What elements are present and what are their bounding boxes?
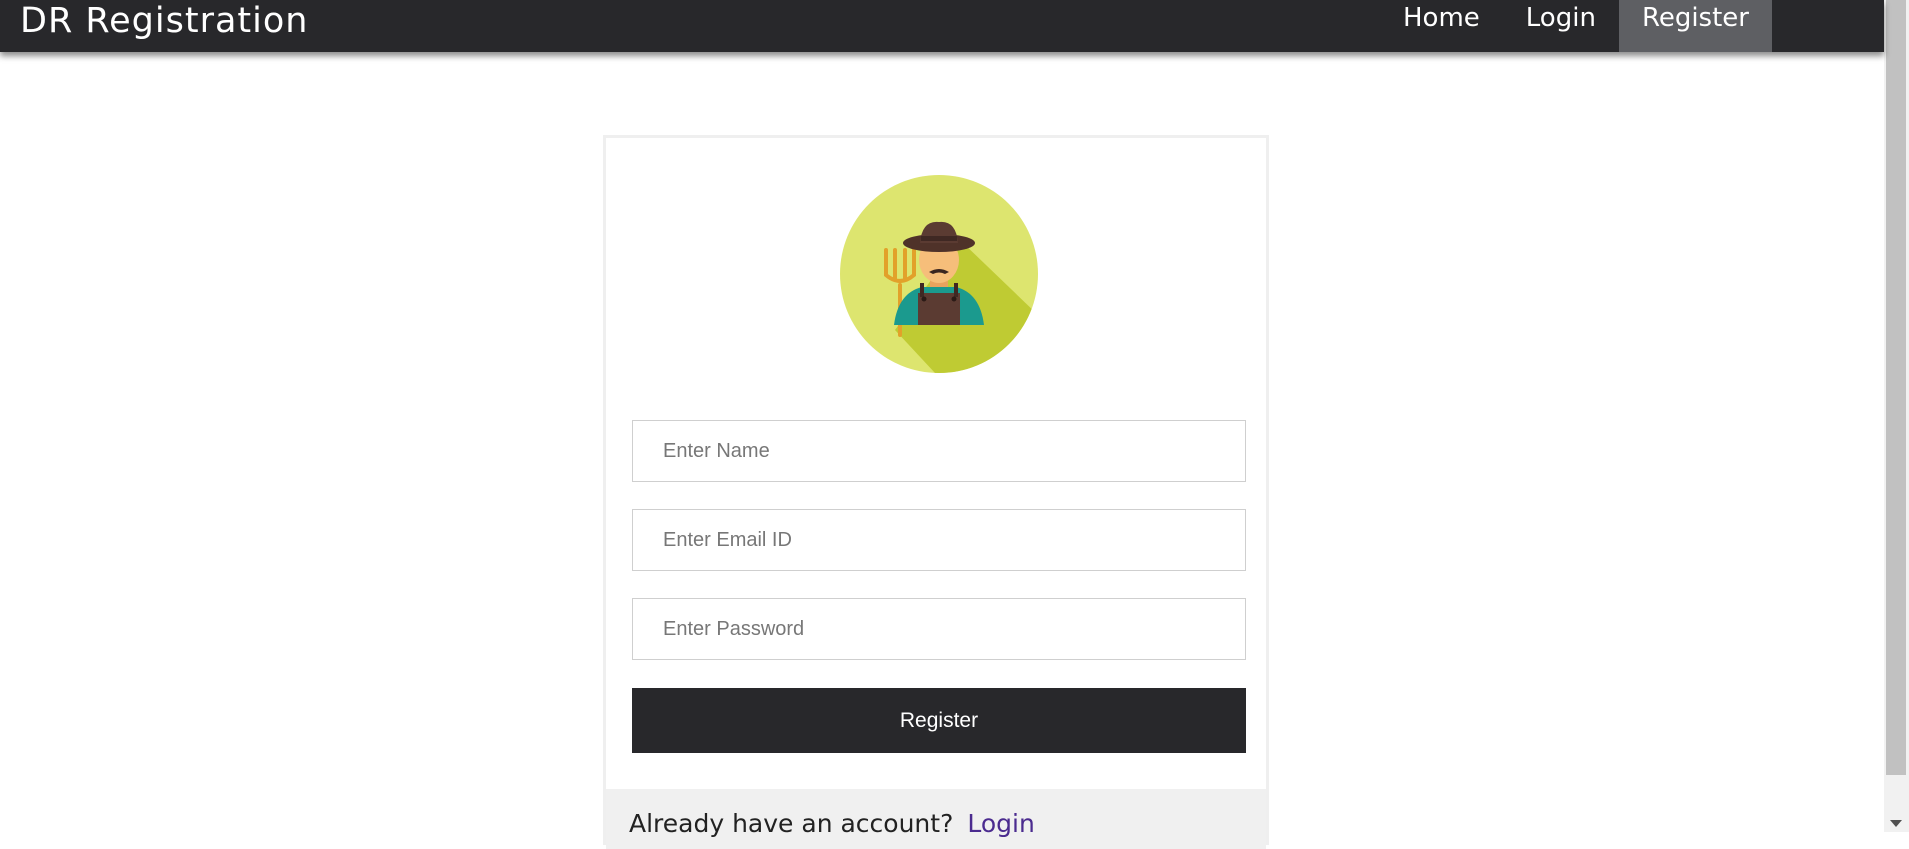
nav-links: Home Login Register: [1380, 0, 1772, 52]
scrollbar-thumb[interactable]: [1886, 0, 1906, 775]
farmer-icon: [840, 175, 1038, 373]
scroll-down-arrow-icon[interactable]: [1890, 820, 1902, 827]
password-input[interactable]: [632, 598, 1246, 660]
top-navbar: DR Registration Home Login Register: [0, 0, 1884, 52]
vertical-scrollbar[interactable]: [1884, 0, 1909, 832]
nav-home-link[interactable]: Home: [1380, 0, 1503, 52]
login-prompt-strip: Already have an account? Login: [606, 789, 1266, 849]
register-button[interactable]: Register: [632, 688, 1246, 753]
login-prompt-text: Already have an account?: [629, 809, 954, 838]
nav-register-link[interactable]: Register: [1618, 0, 1772, 52]
site-brand[interactable]: DR Registration: [20, 0, 308, 42]
registration-card: Register Already have an account? Login: [603, 135, 1269, 849]
login-prompt: Already have an account? Login: [629, 809, 1035, 838]
login-link[interactable]: Login: [967, 809, 1034, 838]
nav-login-link[interactable]: Login: [1503, 0, 1619, 52]
email-input[interactable]: [632, 509, 1246, 571]
name-input[interactable]: [632, 420, 1246, 482]
